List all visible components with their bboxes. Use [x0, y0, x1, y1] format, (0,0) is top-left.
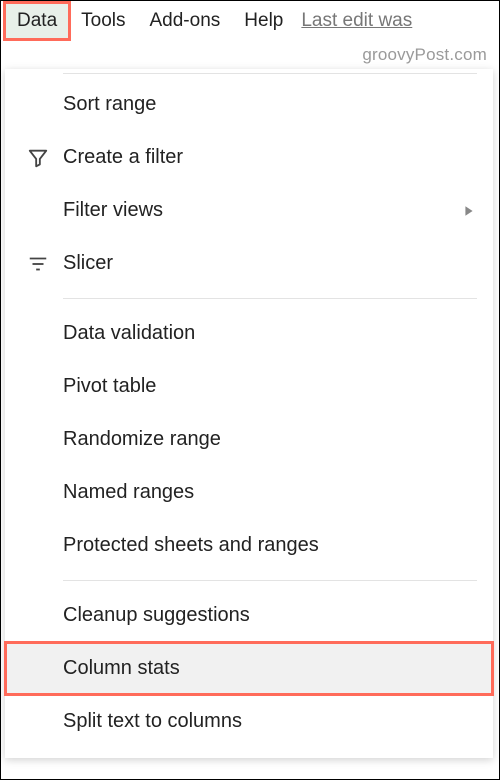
menu-item-split-text[interactable]: Split text to columns [5, 695, 493, 748]
menu-item-label: Slicer [63, 252, 475, 275]
menu-item-label: Named ranges [63, 481, 475, 504]
divider [63, 298, 477, 299]
menu-help[interactable]: Help [232, 3, 295, 39]
menu-item-named-ranges[interactable]: Named ranges [5, 466, 493, 519]
data-menu-dropdown: Sort range Create a filter Filter views … [5, 69, 493, 758]
menu-item-label: Cleanup suggestions [63, 604, 475, 627]
menu-item-label: Filter views [63, 199, 463, 222]
menu-item-label: Protected sheets and ranges [63, 534, 475, 557]
filter-icon [13, 147, 63, 169]
menu-item-label: Sort range [63, 93, 475, 116]
menu-item-randomize-range[interactable]: Randomize range [5, 413, 493, 466]
menu-item-label: Randomize range [63, 428, 475, 451]
menu-item-sort-range[interactable]: Sort range [5, 78, 493, 131]
menu-item-cleanup-suggestions[interactable]: Cleanup suggestions [5, 589, 493, 642]
menu-addons[interactable]: Add-ons [138, 3, 233, 39]
menu-item-label: Column stats [63, 657, 475, 680]
menu-item-column-stats[interactable]: Column stats [5, 642, 493, 695]
chevron-right-icon [463, 205, 475, 217]
slicer-icon [13, 253, 63, 275]
last-edit-status[interactable]: Last edit was [295, 3, 418, 39]
divider [63, 580, 477, 581]
divider [63, 73, 477, 74]
menu-item-label: Pivot table [63, 375, 475, 398]
menu-item-data-validation[interactable]: Data validation [5, 307, 493, 360]
menu-item-create-filter[interactable]: Create a filter [5, 131, 493, 184]
menu-item-slicer[interactable]: Slicer [5, 237, 493, 290]
menu-item-pivot-table[interactable]: Pivot table [5, 360, 493, 413]
menu-tools[interactable]: Tools [69, 3, 137, 39]
menubar: Data Tools Add-ons Help Last edit was [1, 1, 499, 41]
menu-item-label: Split text to columns [63, 710, 475, 733]
menu-item-protected-sheets[interactable]: Protected sheets and ranges [5, 519, 493, 572]
watermark: groovyPost.com [362, 45, 487, 65]
menu-item-label: Create a filter [63, 146, 475, 169]
menu-item-filter-views[interactable]: Filter views [5, 184, 493, 237]
menu-data[interactable]: Data [5, 3, 69, 39]
menu-item-label: Data validation [63, 322, 475, 345]
